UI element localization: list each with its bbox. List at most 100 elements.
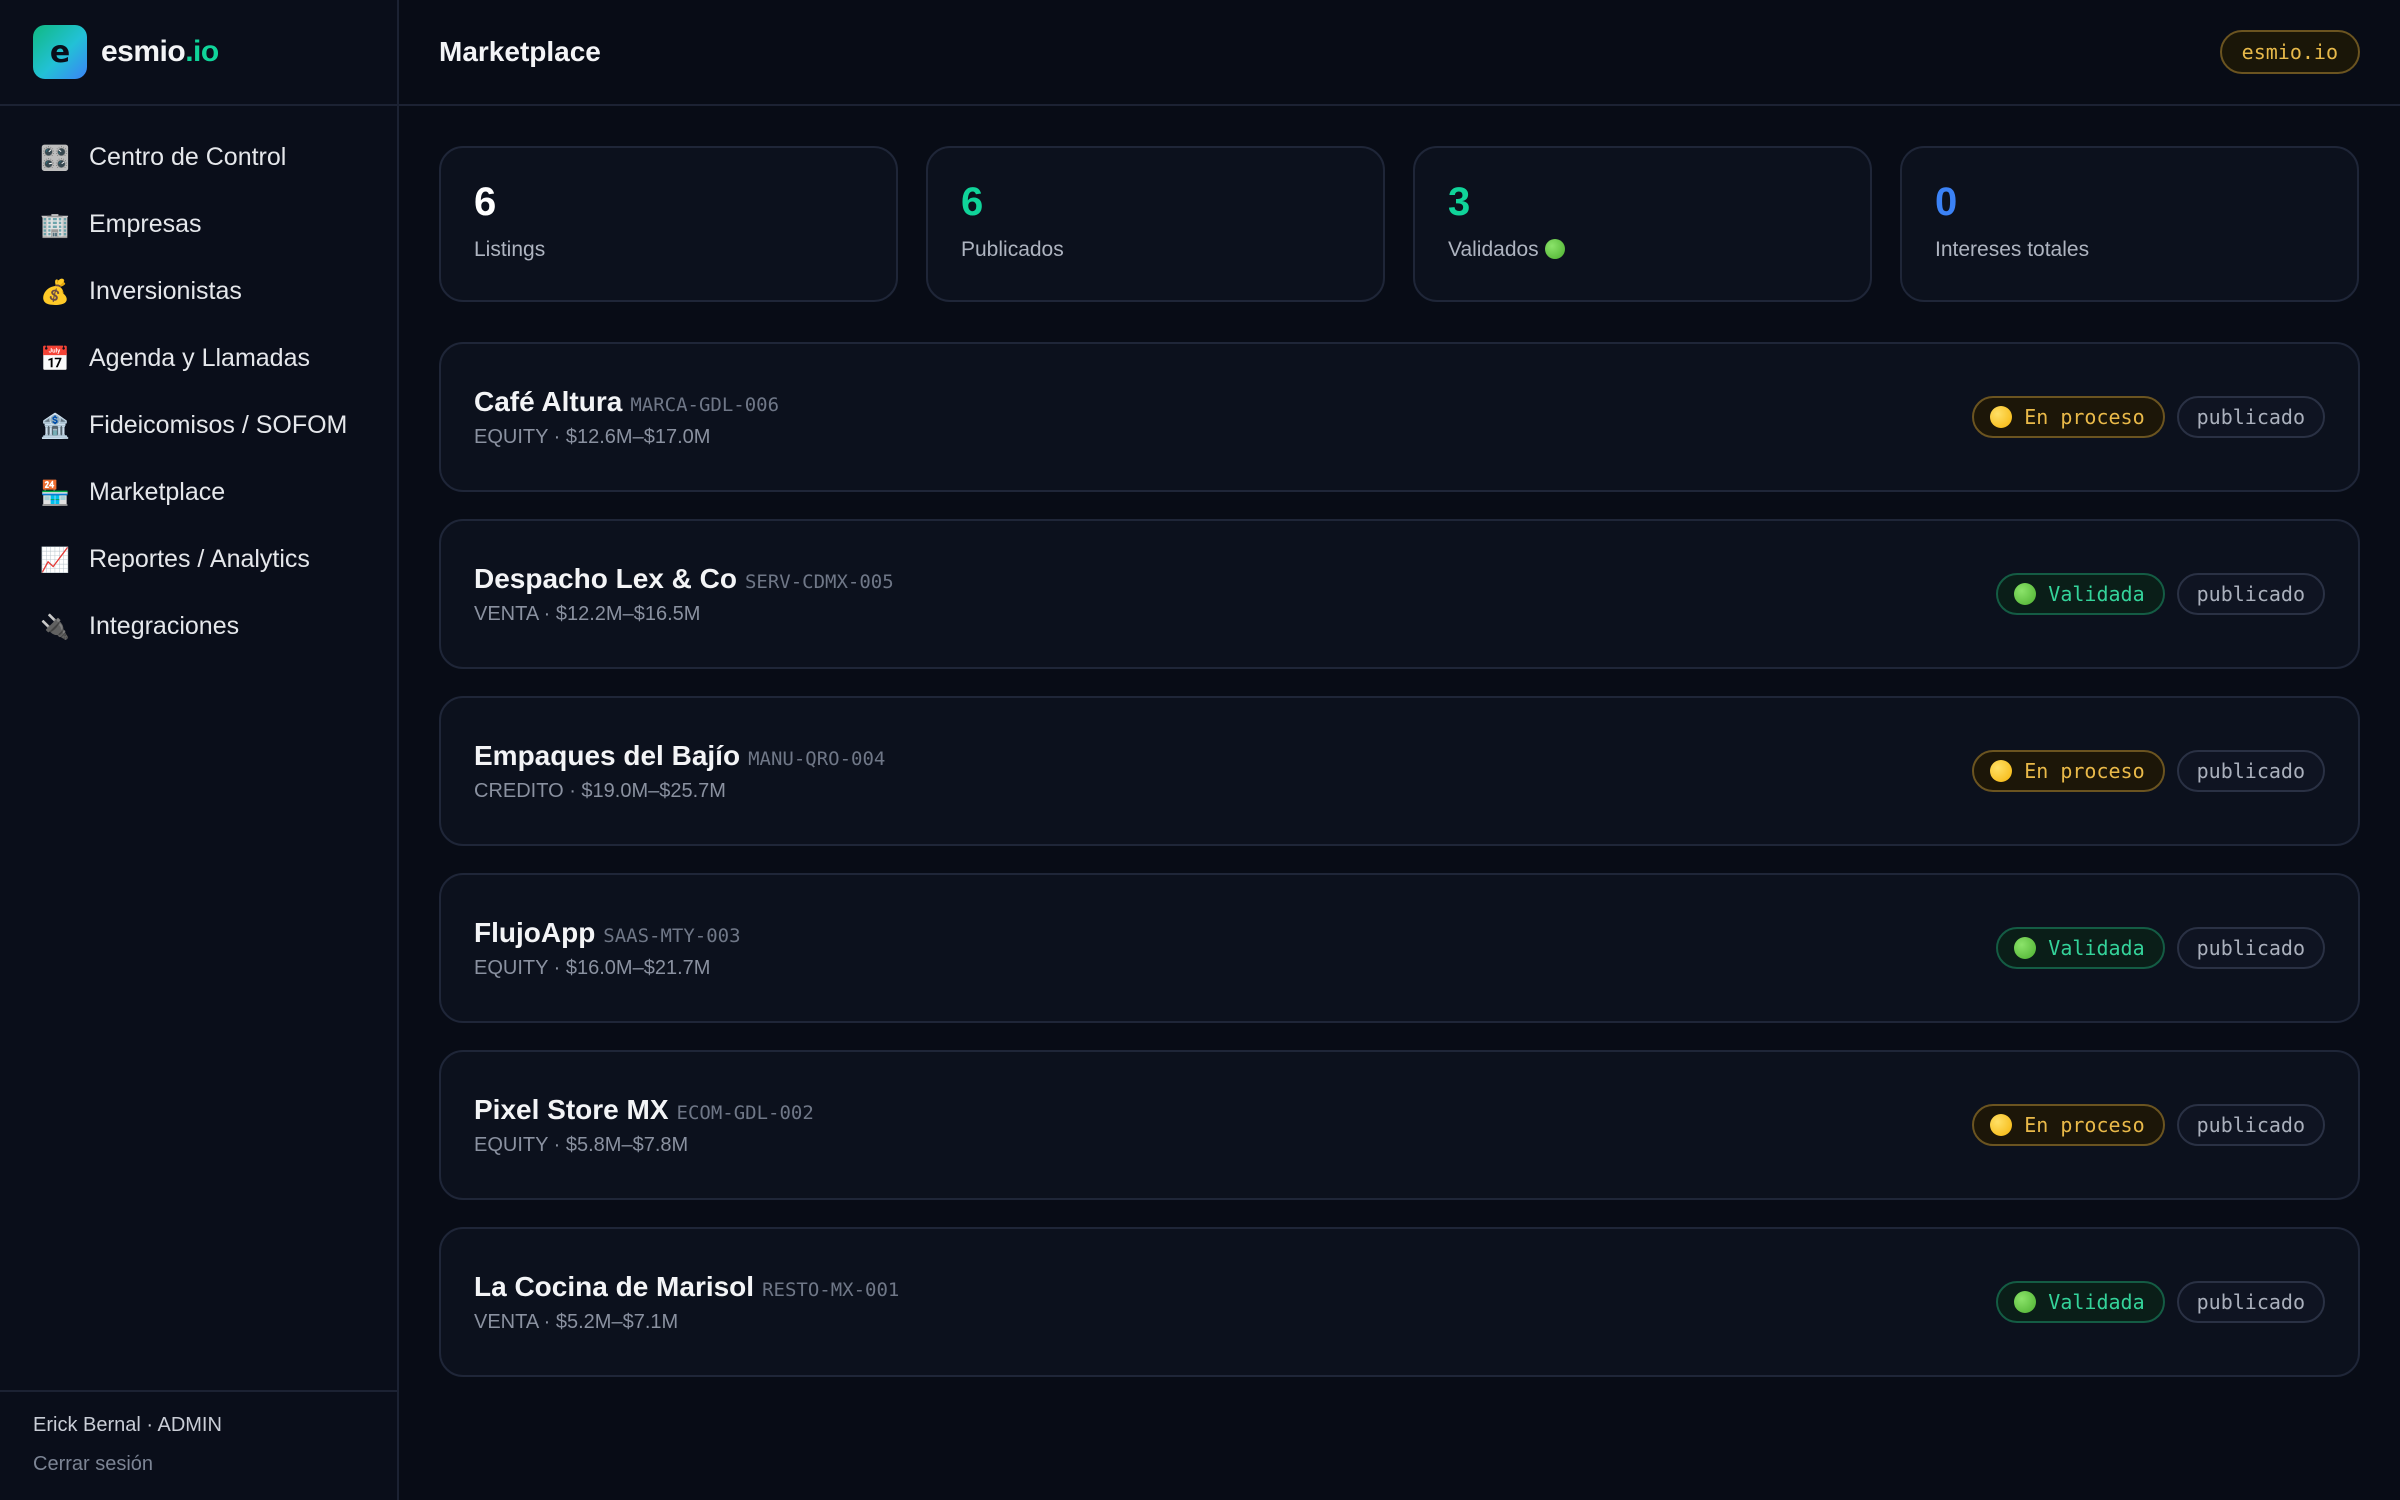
sidebar-item-agenda[interactable]: 📅 Agenda y Llamadas — [0, 325, 397, 392]
listing-title-row: Despacho Lex & Co SERV-CDMX-005 — [474, 563, 894, 595]
status-label: En proceso — [2024, 1113, 2145, 1137]
listing-info: FlujoApp SAAS-MTY-003 EQUITY · $16.0M–$2… — [474, 917, 741, 980]
listing-code: SERV-CDMX-005 — [744, 570, 894, 593]
status-label: En proceso — [2024, 405, 2145, 429]
status-label: Validada — [2048, 936, 2145, 960]
green-circle-icon — [2014, 937, 2037, 959]
calendar-icon: 📅 — [40, 344, 70, 373]
status-badge: Validada — [1996, 927, 2165, 969]
logout-link[interactable]: Cerrar sesión — [33, 1453, 397, 1476]
stat-value: 3 — [1448, 180, 1471, 224]
stat-label: Publicados — [961, 238, 1064, 261]
sidebar-item-label: Inversionistas — [89, 277, 242, 305]
listing-title-row: Empaques del Bajío MANU-QRO-004 — [474, 740, 885, 772]
listing-info: Pixel Store MX ECOM-GDL-002 EQUITY · $5.… — [474, 1094, 814, 1157]
brand[interactable]: e esmio.io — [0, 0, 397, 106]
stat-card-listings: 6 Listings — [439, 146, 898, 302]
sidebar-nav: 🎛️ Centro de Control 🏢 Empresas 💰 Invers… — [0, 106, 397, 660]
content: 6 Listings 6 Publicados 3 Validados 0 In… — [399, 106, 2400, 1377]
listing-details: VENTA · $12.2M–$16.5M — [474, 602, 701, 625]
listing-info: Café Altura MARCA-GDL-006 EQUITY · $12.6… — [474, 386, 779, 449]
sidebar-item-reportes[interactable]: 📈 Reportes / Analytics — [0, 526, 397, 593]
listing-name: Café Altura — [474, 385, 623, 417]
user-name: Erick Bernal · ADMIN — [33, 1414, 222, 1436]
plug-icon: 🔌 — [40, 612, 70, 641]
green-circle-icon — [2014, 1291, 2037, 1313]
listing-info: Despacho Lex & Co SERV-CDMX-005 VENTA · … — [474, 563, 894, 626]
published-badge: publicado — [2176, 750, 2325, 792]
listing-card[interactable]: FlujoApp SAAS-MTY-003 EQUITY · $16.0M–$2… — [439, 873, 2360, 1023]
sidebar-item-label: Empresas — [89, 210, 202, 238]
listing-name: La Cocina de Marisol — [474, 1270, 755, 1302]
listing-badges: En proceso publicado — [1972, 396, 2325, 438]
listing-title-row: Pixel Store MX ECOM-GDL-002 — [474, 1094, 814, 1126]
chart-increasing-icon: 📈 — [40, 545, 70, 574]
bank-icon: 🏦 — [40, 411, 70, 440]
yellow-circle-icon — [1990, 1114, 2013, 1136]
page-title: Marketplace — [439, 36, 601, 67]
listing-badges: Validada publicado — [1996, 927, 2325, 969]
listing-card[interactable]: Pixel Store MX ECOM-GDL-002 EQUITY · $5.… — [439, 1050, 2360, 1200]
listing-card[interactable]: Café Altura MARCA-GDL-006 EQUITY · $12.6… — [439, 342, 2360, 492]
stat-label-row: Validados — [1448, 238, 1870, 262]
listing-card[interactable]: La Cocina de Marisol RESTO-MX-001 VENTA … — [439, 1227, 2360, 1377]
listing-details: CREDITO · $19.0M–$25.7M — [474, 779, 726, 802]
status-label: En proceso — [2024, 759, 2145, 783]
stat-card-validados: 3 Validados — [1413, 146, 1872, 302]
green-circle-icon — [2014, 583, 2037, 605]
stat-label: Listings — [474, 238, 546, 261]
listing-code: MANU-QRO-004 — [748, 747, 886, 770]
status-badge: En proceso — [1972, 1104, 2165, 1146]
listing-card[interactable]: Empaques del Bajío MANU-QRO-004 CREDITO … — [439, 696, 2360, 846]
stat-value: 6 — [474, 180, 497, 224]
sidebar: e esmio.io 🎛️ Centro de Control 🏢 Empres… — [0, 0, 399, 1500]
status-badge: Validada — [1996, 573, 2165, 615]
brand-name-accent: .io — [185, 35, 219, 68]
sidebar-item-label: Reportes / Analytics — [89, 545, 310, 573]
listing-code: SAAS-MTY-003 — [603, 924, 741, 947]
listing-name: Despacho Lex & Co — [474, 562, 737, 594]
status-label: Validada — [2048, 582, 2145, 606]
stat-value: 6 — [961, 180, 984, 224]
listing-details: EQUITY · $12.6M–$17.0M — [474, 425, 711, 448]
green-circle-icon — [1544, 239, 1565, 259]
status-badge: Validada — [1996, 1281, 2165, 1323]
listing-code: RESTO-MX-001 — [762, 1278, 900, 1301]
control-knobs-icon: 🎛️ — [40, 143, 70, 172]
money-bag-icon: 💰 — [40, 277, 70, 306]
sidebar-item-label: Agenda y Llamadas — [89, 344, 310, 372]
status-badge: En proceso — [1972, 750, 2165, 792]
logo-icon: e — [33, 25, 87, 79]
listing-title-row: FlujoApp SAAS-MTY-003 — [474, 917, 741, 949]
sidebar-item-integraciones[interactable]: 🔌 Integraciones — [0, 593, 397, 660]
sidebar-item-inversionistas[interactable]: 💰 Inversionistas — [0, 258, 397, 325]
status-label: Validada — [2048, 1290, 2145, 1314]
listing-name: FlujoApp — [474, 916, 596, 948]
listing-badges: Validada publicado — [1996, 1281, 2325, 1323]
listing-info: La Cocina de Marisol RESTO-MX-001 VENTA … — [474, 1271, 899, 1334]
published-badge: publicado — [2176, 1104, 2325, 1146]
sidebar-item-label: Integraciones — [89, 612, 240, 640]
listings-list: Café Altura MARCA-GDL-006 EQUITY · $12.6… — [439, 342, 2360, 1377]
main-content: Marketplace esmio.io 6 Listings 6 Public… — [399, 0, 2400, 1500]
sidebar-item-empresas[interactable]: 🏢 Empresas — [0, 191, 397, 258]
listing-card[interactable]: Despacho Lex & Co SERV-CDMX-005 VENTA · … — [439, 519, 2360, 669]
listing-details: EQUITY · $16.0M–$21.7M — [474, 956, 711, 979]
stat-card-intereses: 0 Intereses totales — [1900, 146, 2359, 302]
sidebar-item-fideicomisos[interactable]: 🏦 Fideicomisos / SOFOM — [0, 392, 397, 459]
store-icon: 🏪 — [40, 478, 70, 507]
sidebar-item-marketplace[interactable]: 🏪 Marketplace — [0, 459, 397, 526]
listing-badges: Validada publicado — [1996, 573, 2325, 615]
published-badge: publicado — [2176, 396, 2325, 438]
sidebar-item-label: Centro de Control — [89, 143, 287, 171]
listing-name: Empaques del Bajío — [474, 739, 741, 771]
published-badge: publicado — [2176, 927, 2325, 969]
listing-info: Empaques del Bajío MANU-QRO-004 CREDITO … — [474, 740, 885, 803]
yellow-circle-icon — [1990, 760, 2013, 782]
user-box: Erick Bernal · ADMIN Cerrar sesión — [0, 1390, 397, 1500]
published-badge: publicado — [2176, 1281, 2325, 1323]
listing-badges: En proceso publicado — [1972, 1104, 2325, 1146]
stat-card-publicados: 6 Publicados — [926, 146, 1385, 302]
topbar: Marketplace esmio.io — [399, 0, 2400, 106]
sidebar-item-centro-de-control[interactable]: 🎛️ Centro de Control — [0, 124, 397, 191]
